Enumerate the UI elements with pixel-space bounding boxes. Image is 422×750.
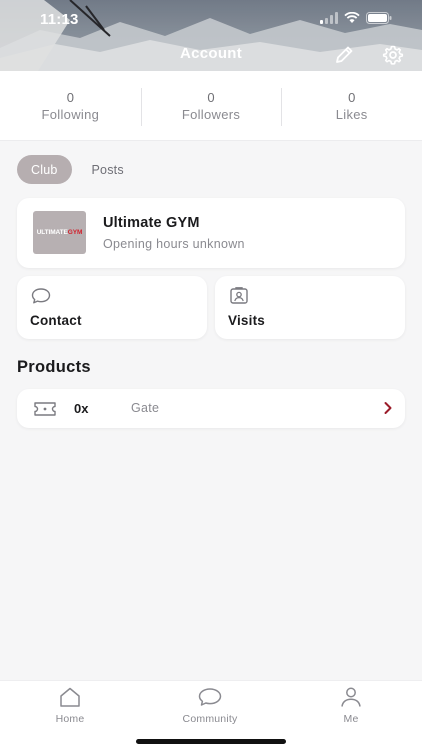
signal-icon bbox=[320, 12, 338, 24]
chat-bubble-icon bbox=[31, 288, 51, 304]
gear-icon bbox=[382, 45, 404, 65]
tab-club[interactable]: Club bbox=[17, 155, 72, 184]
stat-label: Likes bbox=[335, 106, 368, 122]
club-logo: ULTIMATE GYM bbox=[33, 211, 86, 254]
status-time: 11:13 bbox=[40, 11, 79, 28]
contact-card[interactable]: Contact bbox=[17, 276, 207, 339]
nav-community-label: Community bbox=[182, 713, 238, 725]
stat-likes[interactable]: 0 Likes bbox=[281, 71, 422, 140]
stat-value: 0 bbox=[348, 89, 356, 105]
contact-label: Contact bbox=[30, 313, 82, 328]
edit-button[interactable] bbox=[331, 42, 357, 68]
id-badge-icon bbox=[230, 287, 248, 304]
product-quantity: 0x bbox=[74, 401, 89, 416]
stat-value: 0 bbox=[66, 89, 74, 105]
chevron-right-icon bbox=[384, 402, 392, 414]
stat-label: Followers bbox=[181, 106, 241, 122]
club-name: Ultimate GYM bbox=[103, 215, 200, 231]
nav-home[interactable]: Home bbox=[20, 681, 120, 725]
stat-following[interactable]: 0 Following bbox=[0, 71, 141, 140]
ticket-icon bbox=[34, 402, 56, 416]
user-icon bbox=[341, 687, 361, 707]
profile-stats: 0 Following 0 Followers 0 Likes bbox=[0, 71, 422, 141]
home-icon bbox=[60, 687, 80, 707]
visits-label: Visits bbox=[228, 313, 265, 328]
product-row[interactable]: 0x Gate bbox=[17, 389, 405, 428]
header: 11:13 Account bbox=[0, 0, 422, 71]
visits-card[interactable]: Visits bbox=[215, 276, 405, 339]
stat-value: 0 bbox=[207, 89, 215, 105]
tab-posts[interactable]: Posts bbox=[78, 155, 138, 184]
club-logo-text-white: ULTIMATE bbox=[36, 229, 68, 236]
page-title: Account bbox=[179, 45, 243, 62]
product-name: Gate bbox=[131, 401, 160, 415]
stat-followers[interactable]: 0 Followers bbox=[140, 71, 282, 140]
nav-me[interactable]: Me bbox=[301, 681, 401, 725]
nav-me-label: Me bbox=[343, 713, 359, 725]
club-hours: Opening hours unknown bbox=[103, 237, 245, 251]
chat-bubble-icon bbox=[198, 688, 222, 706]
pencil-icon bbox=[336, 46, 353, 63]
nav-community[interactable]: Community bbox=[160, 681, 260, 725]
club-card[interactable]: ULTIMATE GYM Ultimate GYM Opening hours u… bbox=[17, 198, 405, 268]
settings-button[interactable] bbox=[380, 42, 406, 68]
club-logo-text-red: GYM bbox=[67, 229, 83, 236]
battery-icon bbox=[366, 12, 392, 24]
stat-label: Following bbox=[41, 106, 100, 122]
status-icons bbox=[320, 12, 392, 24]
home-indicator bbox=[136, 739, 286, 744]
nav-home-label: Home bbox=[55, 713, 85, 725]
wifi-icon bbox=[344, 12, 360, 23]
products-heading: Products bbox=[17, 358, 91, 376]
profile-tabs: Club Posts bbox=[17, 155, 138, 184]
